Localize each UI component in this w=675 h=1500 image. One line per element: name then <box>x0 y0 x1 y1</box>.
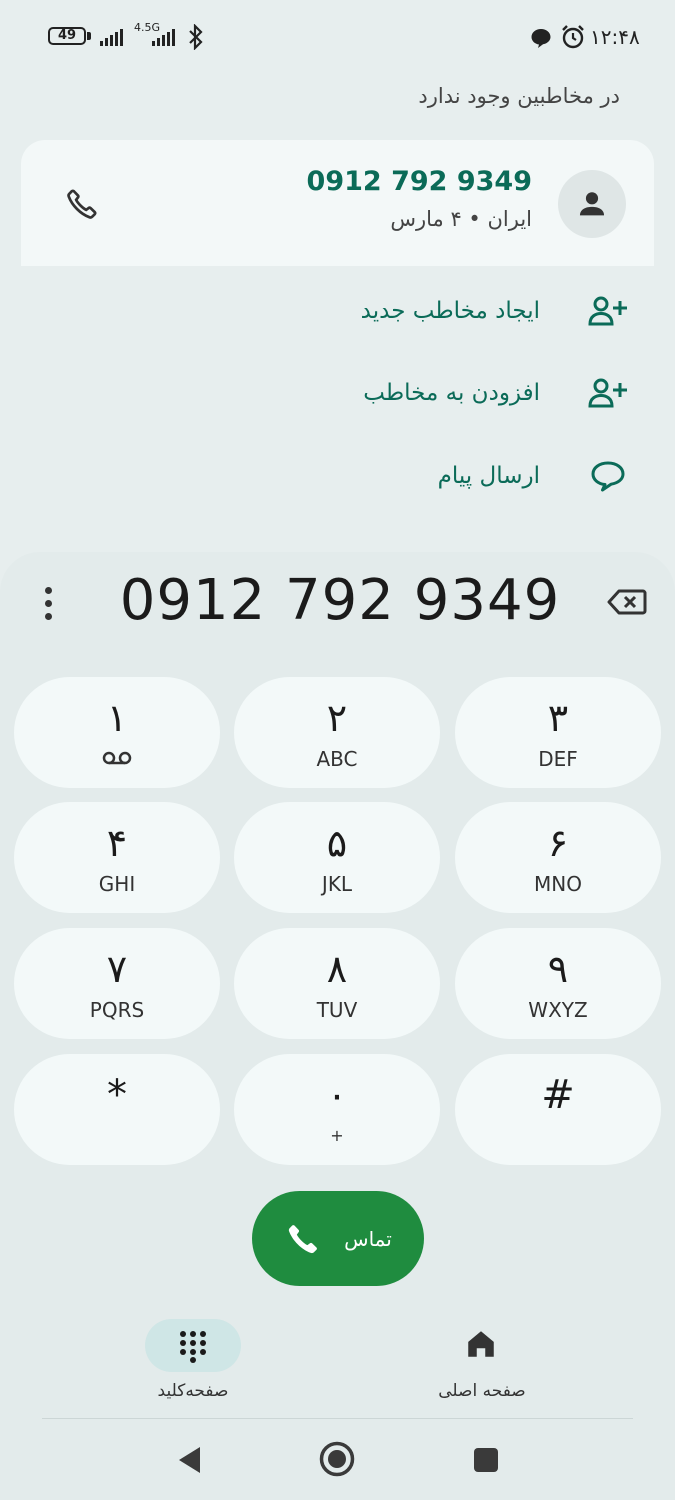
key-digit: ۳ <box>547 696 569 740</box>
call-button[interactable]: تماس <box>252 1191 424 1286</box>
divider <box>42 1418 633 1419</box>
back-icon[interactable] <box>176 1445 204 1475</box>
key-digit: ۹ <box>547 947 569 991</box>
phone-icon <box>289 1224 318 1253</box>
signal-icon <box>100 28 128 46</box>
action-label: ایجاد مخاطب جدید <box>360 298 540 324</box>
nav-keypad-button[interactable] <box>145 1319 241 1372</box>
contact-number: 0912 792 9349 <box>306 166 532 197</box>
dialed-number[interactable]: 0912 792 9349 <box>100 568 580 633</box>
home-nav-icon[interactable] <box>318 1440 356 1478</box>
dial-key-2[interactable]: ۲ ABC <box>234 677 440 788</box>
nav-home-label[interactable]: صفحه اصلی <box>420 1381 544 1401</box>
avatar <box>558 170 626 238</box>
key-digit: ۰ <box>326 1073 348 1117</box>
backspace-icon <box>607 589 647 615</box>
no-contacts-label: در مخاطبین وجود ندارد <box>418 84 620 108</box>
key-letters: GHI <box>98 872 136 896</box>
key-letters: MNO <box>534 872 582 896</box>
person-add-icon <box>586 289 630 333</box>
call-label: تماس <box>344 1226 392 1251</box>
home-icon[interactable] <box>464 1327 498 1361</box>
battery-icon: 49 <box>48 27 86 45</box>
backspace-button[interactable] <box>603 584 651 620</box>
dial-key-7[interactable]: ۷ PQRS <box>14 928 220 1039</box>
voicemail-icon <box>102 747 132 771</box>
recents-icon[interactable] <box>472 1446 500 1474</box>
person-add-icon <box>586 371 630 415</box>
key-digit: ۲ <box>326 696 348 740</box>
dial-key-3[interactable]: ۳ DEF <box>455 677 661 788</box>
key-digit: ۵ <box>326 821 348 865</box>
key-letters: + <box>330 1126 344 1145</box>
key-letters: PQRS <box>89 998 145 1022</box>
nav-keypad-label[interactable]: صفحه‌کلید <box>130 1381 256 1401</box>
dial-key-5[interactable]: ۵ JKL <box>234 802 440 913</box>
key-digit: * <box>107 1072 127 1118</box>
add-to-contact-button[interactable]: افزودن به مخاطب <box>300 368 630 418</box>
phone-icon <box>67 189 97 219</box>
action-label: افزودن به مخاطب <box>363 380 540 406</box>
key-letters: JKL <box>321 872 353 896</box>
key-digit: ۷ <box>106 947 128 991</box>
status-time: ۱۲:۴۸ <box>590 25 640 49</box>
alarm-icon <box>562 25 584 49</box>
dial-key-1[interactable]: ۱ <box>14 677 220 788</box>
call-contact-button[interactable] <box>60 182 104 226</box>
key-letters: WXYZ <box>528 998 588 1022</box>
message-icon <box>531 29 551 48</box>
key-digit: ۴ <box>106 821 128 865</box>
create-new-contact-button[interactable]: ایجاد مخاطب جدید <box>300 286 630 336</box>
dial-key-hash[interactable]: # <box>455 1054 661 1165</box>
bluetooth-icon <box>189 24 203 50</box>
key-digit: ۶ <box>547 821 569 865</box>
contact-subtitle: ایران • ۴ مارس <box>390 207 532 231</box>
battery-tip <box>87 32 91 40</box>
key-letters: DEF <box>538 747 578 771</box>
dial-key-8[interactable]: ۸ TUV <box>234 928 440 1039</box>
signal-icon <box>152 28 180 46</box>
key-letters: ABC <box>316 747 358 771</box>
send-message-button[interactable]: ارسال پیام <box>300 451 630 501</box>
person-icon <box>579 192 605 216</box>
more-options-button[interactable] <box>30 580 66 626</box>
message-icon <box>586 454 630 498</box>
dial-key-9[interactable]: ۹ WXYZ <box>455 928 661 1039</box>
action-label: ارسال پیام <box>437 463 540 489</box>
key-digit: ۱ <box>106 696 128 740</box>
dial-key-0[interactable]: ۰ + <box>234 1054 440 1165</box>
key-letters: TUV <box>316 998 358 1022</box>
dial-key-6[interactable]: ۶ MNO <box>455 802 661 913</box>
key-digit: ۸ <box>326 947 348 991</box>
dialpad-icon <box>180 1330 206 1363</box>
key-digit: # <box>541 1072 575 1118</box>
dial-key-4[interactable]: ۴ GHI <box>14 802 220 913</box>
dial-key-star[interactable]: * <box>14 1054 220 1165</box>
